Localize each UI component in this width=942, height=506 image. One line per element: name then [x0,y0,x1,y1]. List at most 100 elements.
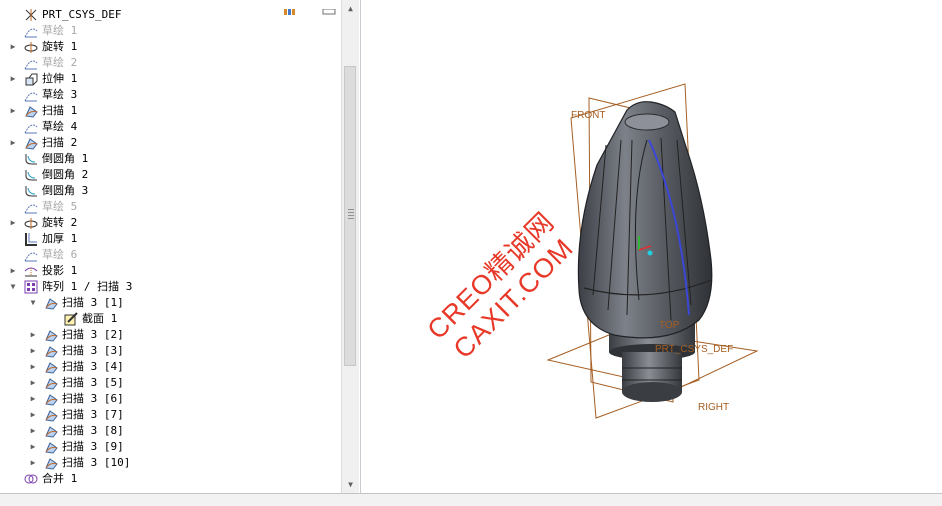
sweep-icon [44,360,58,374]
tree-item-label: 扫描 1 [42,104,78,117]
collapsed-arrow-icon[interactable]: ▶ [28,439,38,455]
scrollbar-thumb[interactable] [344,66,356,366]
model-viewport[interactable] [359,0,942,493]
collapsed-arrow-icon[interactable]: ▶ [8,135,18,151]
tree-item-label: 旋转 1 [42,40,78,53]
revolve-icon [24,40,38,54]
tree-item[interactable]: ▶ 扫描 2 [0,135,341,151]
collapsed-arrow-icon[interactable]: ▶ [28,391,38,407]
tree-item[interactable]: ▶ 扫描 3 [3] [0,343,341,359]
tree-item[interactable]: 合并 1 [0,471,341,487]
expanded-arrow-icon[interactable]: ▼ [28,295,38,311]
tree-item-label: 阵列 1 / 扫描 3 [42,280,133,293]
tree-item-label: 草绘 5 [42,200,78,213]
arrow-up-icon[interactable]: ▲ [342,0,359,17]
tree-item[interactable]: 草绘 2 [0,55,341,71]
collapsed-arrow-icon[interactable]: ▶ [28,375,38,391]
tree-item-label: 合并 1 [42,472,78,485]
collapsed-arrow-icon[interactable]: ▶ [28,327,38,343]
tree-item[interactable]: ▶ 旋转 2 [0,215,341,231]
model-tree: PRT_CSYS_DEF 草绘 1 ▶ 旋转 1 草绘 2 ▶ 拉伸 1 草绘 3 ▶ 扫描 1 草… [0,7,341,487]
tree-item[interactable]: PRT_CSYS_DEF [0,7,341,23]
tree-item-label: 截面 1 [82,312,118,325]
datum-label-front[interactable]: FRONT [571,110,605,121]
tree-item[interactable]: ▶ 扫描 1 [0,103,341,119]
panel-divider[interactable] [360,0,361,493]
collapsed-arrow-icon[interactable]: ▶ [8,71,18,87]
tree-item[interactable]: 倒圆角 2 [0,167,341,183]
tree-item-label: 扫描 3 [7] [62,408,124,421]
tree-item-label: 扫描 3 [3] [62,344,124,357]
tree-item[interactable]: 截面 1 [0,311,341,327]
sweep-icon [44,328,58,342]
project-icon [24,264,38,278]
tree-item[interactable]: ▼ 阵列 1 / 扫描 3 [0,279,341,295]
round-icon [24,184,38,198]
tree-item[interactable]: ▶ 扫描 3 [10] [0,455,341,471]
tree-item[interactable]: 草绘 6 [0,247,341,263]
grip-icon [348,209,354,219]
tree-item[interactable]: ▶ 扫描 3 [9] [0,439,341,455]
tree-item-label: 扫描 3 [10] [62,456,131,469]
expanded-arrow-icon[interactable]: ▼ [8,279,18,295]
tree-item[interactable]: ▶ 扫描 3 [5] [0,375,341,391]
tree-item-label: 扫描 3 [6] [62,392,124,405]
tree-item[interactable]: ▶ 旋转 1 [0,39,341,55]
sweep-icon [44,344,58,358]
tree-item-label: PRT_CSYS_DEF [42,8,122,21]
thicken-icon [24,232,38,246]
collapsed-arrow-icon[interactable]: ▶ [28,423,38,439]
collapsed-arrow-icon[interactable]: ▶ [28,343,38,359]
merge-icon [24,472,38,486]
tree-item[interactable]: 加厚 1 [0,231,341,247]
tree-item[interactable]: ▶ 扫描 3 [6] [0,391,341,407]
collapsed-arrow-icon[interactable]: ▶ [28,407,38,423]
sweep-icon [24,104,38,118]
tree-item[interactable]: 草绘 1 [0,23,341,39]
tree-item-label: 倒圆角 3 [42,184,89,197]
tree-item[interactable]: 倒圆角 1 [0,151,341,167]
tree-item[interactable]: 草绘 4 [0,119,341,135]
show-icon[interactable] [322,0,336,15]
tree-item[interactable]: 草绘 5 [0,199,341,215]
datum-label-top[interactable]: TOP [659,320,679,331]
tree-item-label: 扫描 3 [9] [62,440,124,453]
tree-item[interactable]: ▼ 扫描 3 [1] [0,295,341,311]
datum-label-right[interactable]: RIGHT [698,402,729,413]
tree-item-label: 草绘 1 [42,24,78,37]
arrow-down-icon[interactable]: ▼ [342,476,359,493]
tree-item[interactable]: 倒圆角 3 [0,183,341,199]
tree-item[interactable]: ▶ 扫描 3 [7] [0,407,341,423]
extrude-icon [24,72,38,86]
tree-item[interactable]: ▶ 扫描 3 [2] [0,327,341,343]
tree-vertical-scrollbar[interactable]: ▲ ▼ [341,0,359,493]
tree-item-label: 草绘 2 [42,56,78,69]
revolve-icon [24,216,38,230]
datum-label-csys[interactable]: PRT_CSYS_DEF [655,344,733,355]
sketch-icon [24,24,38,38]
sweep-icon [44,456,58,470]
round-icon [24,152,38,166]
tree-item-label: 倒圆角 2 [42,168,89,181]
tree-item[interactable]: ▶ 扫描 3 [4] [0,359,341,375]
sweep-icon [44,424,58,438]
tree-item[interactable]: 草绘 3 [0,87,341,103]
tree-item[interactable]: ▶ 扫描 3 [8] [0,423,341,439]
tree-item[interactable]: ▶ 拉伸 1 [0,71,341,87]
collapsed-arrow-icon[interactable]: ▶ [28,359,38,375]
collapsed-arrow-icon[interactable]: ▶ [8,215,18,231]
collapsed-arrow-icon[interactable]: ▶ [8,103,18,119]
tree-item[interactable]: ▶ 投影 1 [0,263,341,279]
graphics-window[interactable]: FRONT TOP PRT_CSYS_DEF RIGHT [359,0,942,493]
collapsed-arrow-icon[interactable]: ▶ [8,263,18,279]
settings-icon[interactable] [283,0,297,15]
csys-icon [24,8,38,22]
sketch-icon [24,88,38,102]
collapsed-arrow-icon[interactable]: ▶ [8,39,18,55]
tree-item-label: 草绘 3 [42,88,78,101]
collapsed-arrow-icon[interactable]: ▶ [28,455,38,471]
model-tree-panel: PRT_CSYS_DEF 草绘 1 ▶ 旋转 1 草绘 2 ▶ 拉伸 1 草绘 3 ▶ 扫描 1 草… [0,0,359,493]
sketch-icon [24,248,38,262]
tree-item-label: 扫描 3 [1] [62,296,124,309]
sweep-icon [44,408,58,422]
